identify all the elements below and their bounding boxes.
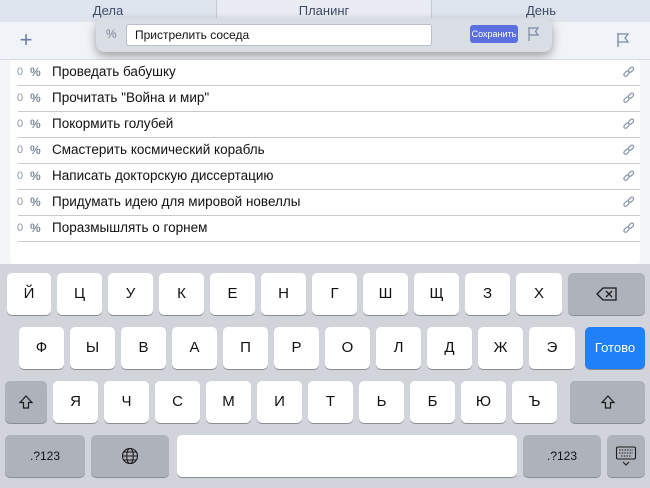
key-letter[interactable]: Х (516, 273, 562, 315)
key-letter[interactable]: Ц (57, 273, 102, 315)
task-percent: % (30, 143, 41, 157)
key-letter[interactable]: Ы (70, 327, 115, 369)
key-letter[interactable]: Н (261, 273, 306, 315)
key-letter[interactable]: Ь (359, 381, 404, 423)
key-letter[interactable]: А (172, 327, 217, 369)
popup-flag-icon[interactable] (526, 26, 540, 42)
task-row[interactable]: 0 % Покормить голубей (10, 112, 640, 138)
key-letter[interactable]: Я (53, 381, 98, 423)
key-letter[interactable]: Ч (104, 381, 149, 423)
globe-key[interactable] (91, 435, 169, 477)
task-title: Поразмышлять о горнем (52, 220, 208, 235)
key-letter[interactable]: С (155, 381, 200, 423)
key-letter[interactable]: И (257, 381, 302, 423)
key-letter[interactable]: К (159, 273, 204, 315)
task-row[interactable]: 0 % Поразмышлять о горнем (10, 216, 640, 242)
key-letter[interactable]: Ъ (512, 381, 557, 423)
task-title: Проведать бабушку (52, 64, 176, 79)
key-letter[interactable]: Е (210, 273, 255, 315)
link-icon[interactable] (622, 118, 636, 132)
backspace-key[interactable] (568, 273, 645, 315)
task-count: 0 (17, 170, 24, 182)
task-row[interactable]: 0 % Придумать идею для мировой новеллы (10, 190, 640, 216)
task-percent: % (30, 91, 41, 105)
key-letter[interactable]: Щ (414, 273, 459, 315)
link-icon[interactable] (622, 144, 636, 158)
task-title: Придумать идею для мировой новеллы (52, 194, 301, 209)
task-title: Смастерить космический корабль (52, 142, 265, 157)
numbers-key-left[interactable]: .?123 (5, 435, 85, 477)
space-key[interactable] (177, 435, 517, 477)
flag-icon[interactable] (614, 31, 632, 49)
tab-den-label: День (526, 3, 556, 18)
link-icon[interactable] (622, 92, 636, 106)
shift-key-right[interactable] (570, 381, 645, 423)
task-count: 0 (17, 144, 24, 156)
task-row[interactable]: 0 % Прочитать "Война и мир" (10, 86, 640, 112)
key-letter[interactable]: О (325, 327, 370, 369)
key-letter[interactable]: З (465, 273, 510, 315)
task-percent: % (30, 221, 41, 235)
key-letter[interactable]: Э (529, 327, 575, 369)
key-letter[interactable]: Й (7, 273, 51, 315)
task-percent: % (30, 169, 41, 183)
add-task-popup: % Сохранить (96, 18, 552, 52)
task-row[interactable]: 0 % Проведать бабушку (10, 60, 640, 86)
key-letter[interactable]: Ш (363, 273, 408, 315)
key-letter[interactable]: Г (312, 273, 357, 315)
task-percent: % (30, 195, 41, 209)
task-title: Прочитать "Война и мир" (52, 90, 210, 105)
task-count: 0 (17, 66, 24, 78)
key-letter[interactable]: Ж (478, 327, 523, 369)
shift-icon (600, 395, 615, 409)
key-letter[interactable]: М (206, 381, 251, 423)
link-icon[interactable] (622, 170, 636, 184)
link-icon[interactable] (622, 222, 636, 236)
numbers-key-right[interactable]: .?123 (523, 435, 601, 477)
tab-planning-label: Планинг (298, 3, 350, 18)
backspace-icon (595, 287, 617, 301)
key-letter[interactable]: Т (308, 381, 353, 423)
task-percent: % (30, 65, 41, 79)
on-screen-keyboard: Й Ц У К Е Н Г Ш Щ З Х Ф Ы В А П Р О Л Д … (0, 264, 650, 488)
tab-dela-label: Дела (92, 3, 124, 18)
link-icon[interactable] (622, 196, 636, 210)
task-percent: % (30, 117, 41, 131)
task-count: 0 (17, 196, 24, 208)
key-letter[interactable]: В (121, 327, 166, 369)
key-letter[interactable]: Д (427, 327, 472, 369)
task-count: 0 (17, 118, 24, 130)
task-title: Покормить голубей (52, 116, 174, 131)
keyboard-hide-icon (615, 446, 637, 466)
shift-icon (18, 395, 34, 409)
shift-key-left[interactable] (5, 381, 47, 423)
save-button[interactable]: Сохранить (470, 25, 518, 43)
globe-icon (121, 447, 139, 465)
task-row[interactable]: 0 % Написать докторскую диссертацию (10, 164, 640, 190)
key-letter[interactable]: Ф (19, 327, 64, 369)
hide-keyboard-key[interactable] (607, 435, 645, 477)
task-count: 0 (17, 92, 24, 104)
popup-percent-label: % (106, 27, 117, 41)
key-letter[interactable]: Л (376, 327, 421, 369)
task-title: Написать докторскую диссертацию (52, 168, 274, 183)
key-letter[interactable]: Р (274, 327, 319, 369)
add-task-button[interactable]: + (15, 29, 37, 52)
task-list: 0 % Проведать бабушку 0 % Прочитать "Вой… (10, 60, 640, 264)
done-key[interactable]: Готово (585, 327, 645, 369)
link-icon[interactable] (622, 66, 636, 80)
key-letter[interactable]: Б (410, 381, 455, 423)
task-row[interactable]: 0 % Смастерить космический корабль (10, 138, 640, 164)
key-letter[interactable]: У (108, 273, 153, 315)
key-letter[interactable]: П (223, 327, 268, 369)
row-separator (18, 241, 640, 242)
task-name-input[interactable] (126, 24, 432, 46)
task-count: 0 (17, 222, 24, 234)
key-letter[interactable]: Ю (461, 381, 506, 423)
